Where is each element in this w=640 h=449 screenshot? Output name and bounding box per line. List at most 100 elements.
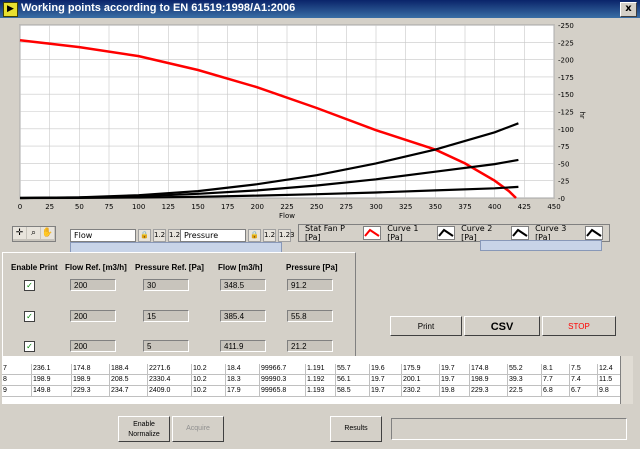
x-axis-control: Flow 🔒 1.2 1.23 <box>70 228 185 242</box>
y-tick-label: -50 <box>558 160 569 168</box>
y-axis-control: Pressure 🔒 1.2 1.23 <box>180 228 295 242</box>
x-tick-label: 125 <box>162 203 175 211</box>
table-row[interactable]: 8 198.9 198.9 208.5 2330.4 10.2 18.3 99990.3 1.1… <box>2 375 632 386</box>
title-bar: ▶ Working points according to EN 61519:1… <box>0 0 640 18</box>
table-cell: 208.5 <box>110 375 148 385</box>
table-cell: 99966.7 <box>260 364 306 374</box>
y-tick-label: -75 <box>558 143 569 151</box>
acquire-button[interactable]: Acquire <box>172 416 224 442</box>
table-cell: 58.5 <box>336 386 370 396</box>
table-row[interactable]: 9 149.8 229.3 234.7 2409.0 10.2 17.9 99965.8 1.1… <box>2 386 632 397</box>
x-tick-label: 50 <box>75 203 84 211</box>
table-cell: 56.1 <box>336 375 370 385</box>
y-axis-name-field[interactable]: Pressure <box>180 228 246 242</box>
y-tick-label: -0 <box>558 195 565 203</box>
table-cell: 18.3 <box>226 375 260 385</box>
pressure-ref-field-1[interactable]: 30 <box>143 279 189 291</box>
x-tick-label: 200 <box>251 203 264 211</box>
pressure-ref-field-2[interactable]: 15 <box>143 310 189 322</box>
table-cell: 1.192 <box>306 375 336 385</box>
x-tick-label: 150 <box>191 203 204 211</box>
table-cell: 7.7 <box>542 375 570 385</box>
table-cell: 149.8 <box>32 386 72 396</box>
chart-svg: 0 25 50 75 100 125 150 175 200 225 250 275 300 325 350… <box>18 22 586 220</box>
flow-value-2: 385.4 <box>220 310 266 322</box>
window-title: Working points according to EN 61519:199… <box>21 2 296 14</box>
x-tick-label: 250 <box>310 203 323 211</box>
flow-value-1: 348.5 <box>220 279 266 291</box>
enable-normalize-button[interactable]: Enable Normalize <box>118 416 170 442</box>
y-lock-icon[interactable]: 🔒 <box>248 228 261 242</box>
enable-checkbox-1[interactable]: ✓ <box>24 280 35 291</box>
x-tick-label: 275 <box>340 203 353 211</box>
table-cell: 2330.4 <box>148 375 192 385</box>
table-cell: 230.2 <box>402 386 440 396</box>
table-cell: 229.3 <box>470 386 508 396</box>
table-cell: 55.7 <box>336 364 370 374</box>
legend-item-curve1[interactable]: Curve 1 [Pa] <box>387 224 456 242</box>
table-cell: 39.3 <box>508 375 542 385</box>
table-cell: 10.2 <box>192 375 226 385</box>
main-window: ▶ Working points according to EN 61519:1… <box>0 0 640 449</box>
table-cell: 9 <box>2 386 32 396</box>
y-tick-label: -150 <box>558 91 574 99</box>
table-cell: 198.9 <box>72 375 110 385</box>
table-row[interactable]: 7 236.1 174.8 188.4 2271.6 10.2 18.4 99966.7 1.1… <box>2 364 632 375</box>
labview-vi-icon: ▶ <box>3 2 18 17</box>
table-cell: 174.8 <box>72 364 110 374</box>
table-cell: 7.5 <box>570 364 598 374</box>
table-cell: 1.193 <box>306 386 336 396</box>
x-lock-icon[interactable]: 🔒 <box>138 228 151 242</box>
x-tick-label: 425 <box>518 203 531 211</box>
csv-button[interactable]: CSV <box>464 316 540 336</box>
zoom-icon[interactable]: ⌕ <box>27 227 40 239</box>
table-cell: 236.1 <box>32 364 72 374</box>
x-format-button-1[interactable]: 1.2 <box>153 228 166 242</box>
y-axis-label: hr <box>578 112 586 119</box>
x-tick-label: 400 <box>488 203 501 211</box>
flow-ref-field-1[interactable]: 200 <box>70 279 116 291</box>
print-button[interactable]: Print <box>390 316 462 336</box>
table-cell: 6.8 <box>542 386 570 396</box>
x-axis-name-field[interactable]: Flow <box>70 228 136 242</box>
table-cell: 19.8 <box>440 386 470 396</box>
table-cell: 10.2 <box>192 386 226 396</box>
y-format-button-1[interactable]: 1.2 <box>263 228 276 242</box>
crosshair-icon[interactable]: ✛ <box>13 227 26 239</box>
flow-value-3: 411.9 <box>220 340 266 352</box>
table-cell: 99990.3 <box>260 375 306 385</box>
y-tick-label: -250 <box>558 22 574 30</box>
table-cell: 8 <box>2 375 32 385</box>
stop-button[interactable]: STOP <box>542 316 616 336</box>
legend-label: Curve 1 [Pa] <box>387 224 419 242</box>
flow-ref-field-3[interactable]: 200 <box>70 340 116 352</box>
legend-scrollbar[interactable] <box>480 240 602 251</box>
table-cell: 18.4 <box>226 364 260 374</box>
y-tick-label: -200 <box>558 57 574 65</box>
table-cell: 22.5 <box>508 386 542 396</box>
table-vertical-scrollbar[interactable] <box>620 356 633 404</box>
table-cell: 174.8 <box>470 364 508 374</box>
enable-checkbox-2[interactable]: ✓ <box>24 311 35 322</box>
table-cell: 19.7 <box>370 375 402 385</box>
waveform-graph[interactable]: 0 25 50 75 100 125 150 175 200 225 250 275 300 325 350… <box>2 20 632 220</box>
close-button[interactable]: x <box>620 2 637 17</box>
graph-palette: ✛ ⌕ ✋ <box>12 226 56 242</box>
x-tick-label: 175 <box>221 203 234 211</box>
table-cell: 10.2 <box>192 364 226 374</box>
pressure-ref-field-3[interactable]: 5 <box>143 340 189 352</box>
legend-label: Stat Fan P [Pa] <box>305 224 346 242</box>
status-indicator <box>391 418 627 440</box>
y-format-button-2[interactable]: 1.23 <box>278 228 295 242</box>
pan-hand-icon[interactable]: ✋ <box>41 227 54 239</box>
results-button[interactable]: Results <box>330 416 382 442</box>
legend-item-stat-fan[interactable]: Stat Fan P [Pa] <box>299 224 382 242</box>
table-cell: 229.3 <box>72 386 110 396</box>
x-tick-label: 225 <box>280 203 293 211</box>
flow-ref-field-2[interactable]: 200 <box>70 310 116 322</box>
enable-checkbox-3[interactable]: ✓ <box>24 341 35 352</box>
table-cell: 7.4 <box>570 375 598 385</box>
header-pressure: Pressure [Pa] <box>286 263 338 272</box>
legend-swatch-red <box>363 226 382 240</box>
legend-swatch-black <box>437 226 456 240</box>
